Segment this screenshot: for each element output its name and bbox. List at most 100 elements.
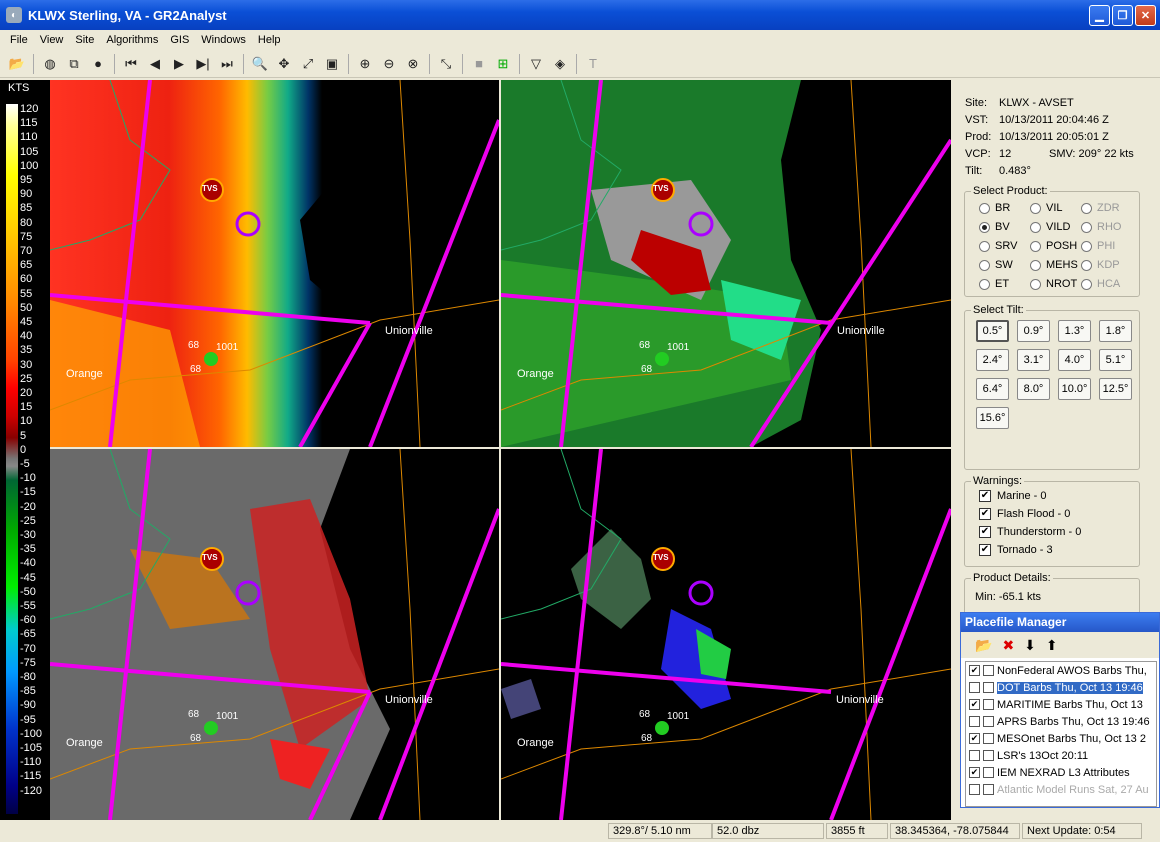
- placefile-item[interactable]: ✔ IEM NEXRAD L3 Attributes: [966, 764, 1156, 781]
- tilt-button[interactable]: 10.0°: [1058, 378, 1091, 400]
- zoom-reset-icon[interactable]: ⊗: [402, 53, 424, 75]
- warning-marine[interactable]: ✔ Marine - 0: [979, 490, 1047, 502]
- radar-panel-rotation[interactable]: Unionville Orange TVS 68 1001 68: [501, 449, 951, 820]
- layers-icon[interactable]: ▣: [321, 53, 343, 75]
- maximize-button[interactable]: ❐: [1112, 5, 1133, 26]
- placefile-checkbox[interactable]: [983, 767, 994, 778]
- copy-icon[interactable]: ⧉: [63, 53, 85, 75]
- product-radio-nrot[interactable]: NROT: [1030, 278, 1077, 290]
- first-frame-icon[interactable]: ⏮: [120, 53, 142, 75]
- menu-view[interactable]: View: [34, 34, 70, 46]
- warning-tornado[interactable]: ✔ Tornado - 3: [979, 544, 1053, 556]
- placefile-checkbox[interactable]: [983, 682, 994, 693]
- placefile-item[interactable]: LSR's 13Oct 20:11: [966, 747, 1156, 764]
- move-down-icon[interactable]: ⬇: [1024, 637, 1036, 654]
- radar-panel-spectrum-width[interactable]: Unionville Orange TVS 68 1001 68: [50, 449, 499, 820]
- menu-algorithms[interactable]: Algorithms: [100, 34, 164, 46]
- product-radio-posh[interactable]: POSH: [1030, 240, 1077, 252]
- product-radio-sw[interactable]: SW: [979, 259, 1013, 271]
- placefile-manager-window[interactable]: Placefile Manager 📂 ✖ ⬇ ⬆ ✔ NonFederal AW…: [960, 612, 1160, 808]
- radar-panel-storm-relative[interactable]: Unionville Orange TVS 68 1001 68: [501, 80, 951, 447]
- placefile-checkbox[interactable]: [983, 733, 994, 744]
- zoom-icon[interactable]: 🔍: [249, 53, 271, 75]
- placefile-item[interactable]: Atlantic Model Runs Sat, 27 Au: [966, 781, 1156, 798]
- algorithm-marker-icon[interactable]: ▽: [525, 53, 547, 75]
- zoom-out-icon[interactable]: ⊖: [378, 53, 400, 75]
- product-radio-rho[interactable]: RHO: [1081, 221, 1121, 233]
- tilt-button[interactable]: 2.4°: [976, 349, 1009, 371]
- minimize-button[interactable]: ▁: [1089, 5, 1110, 26]
- placefile-checkbox[interactable]: [983, 716, 994, 727]
- placefile-item[interactable]: ✔ NonFederal AWOS Barbs Thu,: [966, 662, 1156, 679]
- next-frame-icon[interactable]: ▶|: [192, 53, 214, 75]
- last-frame-icon[interactable]: ⏭: [216, 53, 238, 75]
- placefile-enable-checkbox[interactable]: [969, 716, 980, 727]
- product-radio-kdp[interactable]: KDP: [1081, 259, 1120, 271]
- placefile-enable-checkbox[interactable]: ✔: [969, 699, 980, 710]
- menu-file[interactable]: File: [4, 34, 34, 46]
- product-radio-bv[interactable]: BV: [979, 221, 1010, 233]
- placefile-enable-checkbox[interactable]: [969, 750, 980, 761]
- placefile-enable-checkbox[interactable]: [969, 784, 980, 795]
- menu-site[interactable]: Site: [69, 34, 100, 46]
- prev-frame-icon[interactable]: ◀: [144, 53, 166, 75]
- pan-icon[interactable]: ✥: [273, 53, 295, 75]
- placefile-enable-checkbox[interactable]: ✔: [969, 665, 980, 676]
- product-radio-mehs[interactable]: MEHS: [1030, 259, 1078, 271]
- placefile-checkbox[interactable]: [983, 750, 994, 761]
- site-icon[interactable]: ◍: [39, 53, 61, 75]
- stop-icon[interactable]: ■: [468, 53, 490, 75]
- warning-flash-flood[interactable]: ✔ Flash Flood - 0: [979, 508, 1070, 520]
- close-button[interactable]: ✕: [1135, 5, 1156, 26]
- tilt-button[interactable]: 0.9°: [1017, 320, 1050, 342]
- tilt-button[interactable]: 12.5°: [1099, 378, 1132, 400]
- warning-thunderstorm[interactable]: ✔ Thunderstorm - 0: [979, 526, 1081, 538]
- velocity-color-legend: KTS 120 115 110 105 100 95 90 85 80 75 70 65 60 55 50 4…: [0, 80, 50, 820]
- open-folder-icon[interactable]: 📂: [6, 53, 28, 75]
- link-panels-icon[interactable]: ⊞: [492, 53, 514, 75]
- play-icon[interactable]: ▶: [168, 53, 190, 75]
- move-up-icon[interactable]: ⬆: [1046, 637, 1058, 654]
- placefile-manager-title: Placefile Manager: [961, 613, 1159, 632]
- product-radio-br[interactable]: BR: [979, 202, 1010, 214]
- record-icon[interactable]: ●: [87, 53, 109, 75]
- open-folder-icon[interactable]: 📂: [975, 637, 992, 654]
- tilt-button[interactable]: 4.0°: [1058, 349, 1091, 371]
- product-radio-vil[interactable]: VIL: [1030, 202, 1063, 214]
- tilt-button[interactable]: 3.1°: [1017, 349, 1050, 371]
- measure-icon[interactable]: ⤢: [297, 53, 319, 75]
- tilt-button[interactable]: 1.3°: [1058, 320, 1091, 342]
- tilt-button[interactable]: 1.8°: [1099, 320, 1132, 342]
- product-radio-et[interactable]: ET: [979, 278, 1009, 290]
- tilt-button[interactable]: 5.1°: [1099, 349, 1132, 371]
- text-tool-icon[interactable]: T: [582, 53, 604, 75]
- tilt-button[interactable]: 15.6°: [976, 407, 1009, 429]
- placefile-enable-checkbox[interactable]: ✔: [969, 733, 980, 744]
- tilt-button[interactable]: 0.5°: [976, 320, 1009, 342]
- diamond-marker-icon[interactable]: ◈: [549, 53, 571, 75]
- placefile-enable-checkbox[interactable]: [969, 682, 980, 693]
- status-next-update: Next Update: 0:54: [1022, 823, 1142, 839]
- cross-section-icon[interactable]: ⤡: [435, 53, 457, 75]
- placefile-enable-checkbox[interactable]: ✔: [969, 767, 980, 778]
- placefile-item[interactable]: ✔ MARITIME Barbs Thu, Oct 13: [966, 696, 1156, 713]
- tilt-button[interactable]: 8.0°: [1017, 378, 1050, 400]
- product-radio-hca[interactable]: HCA: [1081, 278, 1120, 290]
- placefile-checkbox[interactable]: [983, 665, 994, 676]
- placefile-item[interactable]: DOT Barbs Thu, Oct 13 19:46: [966, 679, 1156, 696]
- menu-windows[interactable]: Windows: [195, 34, 252, 46]
- tilt-button[interactable]: 6.4°: [976, 378, 1009, 400]
- placefile-item[interactable]: ✔ MESOnet Barbs Thu, Oct 13 2: [966, 730, 1156, 747]
- menu-gis[interactable]: GIS: [164, 34, 195, 46]
- zoom-in-icon[interactable]: ⊕: [354, 53, 376, 75]
- placefile-item[interactable]: APRS Barbs Thu, Oct 13 19:46: [966, 713, 1156, 730]
- product-radio-phi[interactable]: PHI: [1081, 240, 1115, 252]
- placefile-checkbox[interactable]: [983, 784, 994, 795]
- product-radio-srv[interactable]: SRV: [979, 240, 1017, 252]
- placefile-checkbox[interactable]: [983, 699, 994, 710]
- radar-panel-velocity[interactable]: Unionville Orange TVS 68 1001 68: [50, 80, 499, 447]
- product-radio-zdr[interactable]: ZDR: [1081, 202, 1120, 214]
- delete-icon[interactable]: ✖: [1002, 637, 1014, 654]
- menu-help[interactable]: Help: [252, 34, 287, 46]
- product-radio-vild[interactable]: VILD: [1030, 221, 1070, 233]
